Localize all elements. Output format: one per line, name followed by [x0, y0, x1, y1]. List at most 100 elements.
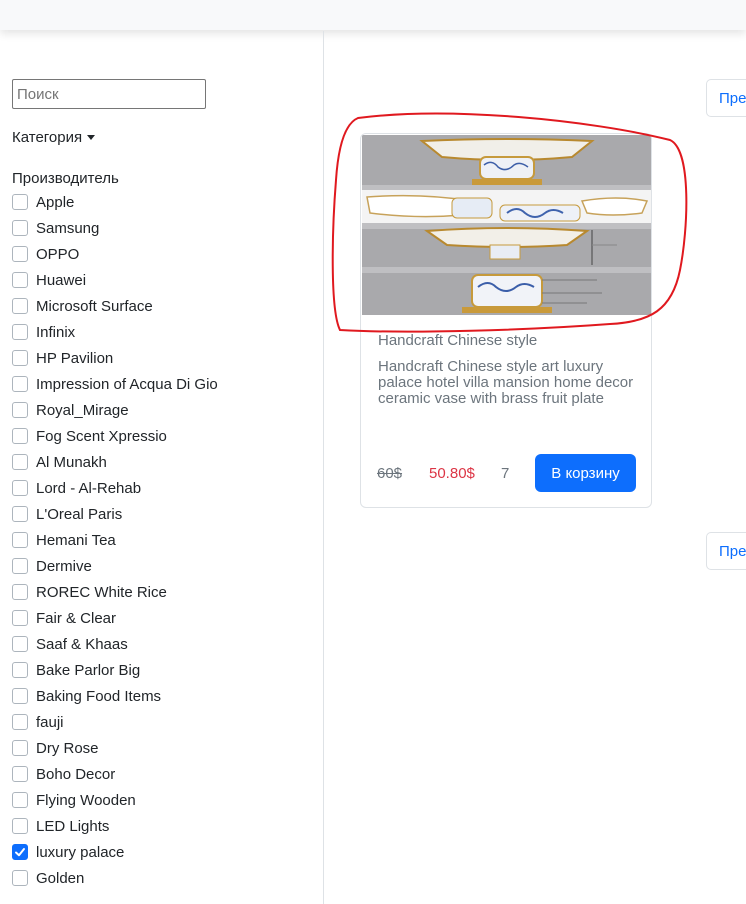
maker-label: Hemani Tea — [36, 531, 116, 549]
maker-item[interactable]: Fog Scent Xpressio — [12, 423, 218, 449]
maker-checkbox[interactable] — [12, 688, 28, 704]
maker-filter-list: Apple Samsung OPPO Huawei Microsoft Surface I… — [12, 189, 218, 891]
maker-checkbox[interactable] — [12, 610, 28, 626]
maker-item[interactable]: Impression of Acqua Di Gio — [12, 371, 218, 397]
stock-quantity: 7 — [501, 465, 510, 482]
pagination-prev-label: Пре — [719, 89, 746, 107]
maker-checkbox[interactable] — [12, 428, 28, 444]
maker-label: Dermive — [36, 557, 92, 575]
maker-item[interactable]: Golden — [12, 865, 218, 891]
maker-label: Saaf & Khaas — [36, 635, 128, 653]
maker-item[interactable]: Al Munakh — [12, 449, 218, 475]
maker-label: Samsung — [36, 219, 100, 237]
maker-item[interactable]: HP Pavilion — [12, 345, 218, 371]
maker-item[interactable]: Flying Wooden — [12, 787, 218, 813]
maker-checkbox[interactable] — [12, 194, 28, 210]
maker-label: Boho Decor — [36, 765, 116, 783]
maker-label: Microsoft Surface — [36, 297, 153, 315]
maker-label: Dry Rose — [36, 739, 99, 757]
maker-checkbox[interactable] — [12, 662, 28, 678]
product-card: Handcraft Chinese style Handcraft Chines… — [360, 133, 652, 508]
maker-item[interactable]: fauji — [12, 709, 218, 735]
maker-checkbox[interactable] — [12, 740, 28, 756]
maker-checkbox[interactable] — [12, 480, 28, 496]
maker-checkbox[interactable] — [12, 792, 28, 808]
search-input[interactable] — [12, 79, 206, 109]
maker-item[interactable]: Baking Food Items — [12, 683, 218, 709]
maker-label: Apple — [36, 193, 75, 211]
maker-checkbox[interactable] — [12, 220, 28, 236]
maker-item[interactable]: Samsung — [12, 215, 218, 241]
maker-label: Flying Wooden — [36, 791, 136, 809]
maker-item[interactable]: Boho Decor — [12, 761, 218, 787]
maker-label: ROREC White Rice — [36, 583, 167, 601]
pagination-prev-label: Пре — [719, 542, 746, 560]
maker-label: luxury palace — [36, 843, 125, 861]
product-image[interactable] — [362, 135, 651, 315]
maker-item[interactable]: luxury palace — [12, 839, 218, 865]
maker-checkbox[interactable] — [12, 246, 28, 262]
maker-label: Fair & Clear — [36, 609, 117, 627]
maker-item[interactable]: Dermive — [12, 553, 218, 579]
maker-label: OPPO — [36, 245, 80, 263]
maker-checkbox[interactable] — [12, 272, 28, 288]
maker-item[interactable]: Lord - Al-Rehab — [12, 475, 218, 501]
maker-label: fauji — [36, 713, 64, 731]
category-label: Категория — [12, 129, 83, 146]
maker-label: Golden — [36, 869, 85, 887]
maker-item[interactable]: Royal_Mirage — [12, 397, 218, 423]
vase-photo-icon — [362, 135, 651, 315]
maker-item[interactable]: Apple — [12, 189, 218, 215]
maker-item[interactable]: Dry Rose — [12, 735, 218, 761]
maker-label: Royal_Mirage — [36, 401, 129, 419]
maker-checkbox[interactable] — [12, 324, 28, 340]
maker-checkbox[interactable] — [12, 714, 28, 730]
maker-checkbox[interactable] — [12, 350, 28, 366]
maker-label: Infinix — [36, 323, 76, 341]
maker-checkbox[interactable] — [12, 506, 28, 522]
maker-checkbox[interactable] — [12, 818, 28, 834]
maker-label: Fog Scent Xpressio — [36, 427, 167, 445]
maker-label: Baking Food Items — [36, 687, 162, 705]
maker-checkbox[interactable] — [12, 402, 28, 418]
old-price: 60$ — [377, 465, 403, 482]
product-description: Handcraft Chinese style art luxury palac… — [378, 358, 634, 407]
maker-checkbox[interactable] — [12, 844, 28, 860]
top-navbar — [0, 0, 746, 30]
maker-item[interactable]: Infinix — [12, 319, 218, 345]
maker-item[interactable]: L'Oreal Paris — [12, 501, 218, 527]
maker-item[interactable]: Hemani Tea — [12, 527, 218, 553]
maker-checkbox[interactable] — [12, 584, 28, 600]
category-dropdown[interactable]: Категория — [12, 129, 96, 146]
maker-item[interactable]: Bake Parlor Big — [12, 657, 218, 683]
maker-label: Al Munakh — [36, 453, 107, 471]
maker-checkbox[interactable] — [12, 766, 28, 782]
maker-item[interactable]: LED Lights — [12, 813, 218, 839]
maker-item[interactable]: Microsoft Surface — [12, 293, 218, 319]
maker-checkbox[interactable] — [12, 558, 28, 574]
maker-checkbox[interactable] — [12, 636, 28, 652]
pagination-prev-top[interactable]: Пре — [706, 79, 746, 117]
maker-checkbox[interactable] — [12, 376, 28, 392]
maker-checkbox[interactable] — [12, 870, 28, 886]
maker-item[interactable]: OPPO — [12, 241, 218, 267]
caret-down-icon — [87, 135, 96, 140]
maker-label: HP Pavilion — [36, 349, 114, 367]
maker-label: LED Lights — [36, 817, 110, 835]
maker-label: L'Oreal Paris — [36, 505, 123, 523]
maker-checkbox[interactable] — [12, 298, 28, 314]
maker-checkbox[interactable] — [12, 532, 28, 548]
maker-label: Lord - Al-Rehab — [36, 479, 142, 497]
maker-item[interactable]: Huawei — [12, 267, 218, 293]
maker-item[interactable]: Saaf & Khaas — [12, 631, 218, 657]
maker-item[interactable]: ROREC White Rice — [12, 579, 218, 605]
maker-label: Impression of Acqua Di Gio — [36, 375, 218, 393]
product-name[interactable]: Handcraft Chinese style — [378, 332, 537, 349]
maker-label: Huawei — [36, 271, 87, 289]
pagination-prev-bottom[interactable]: Пре — [706, 532, 746, 570]
add-to-cart-button[interactable]: В корзину — [535, 454, 636, 492]
maker-item[interactable]: Fair & Clear — [12, 605, 218, 631]
maker-checkbox[interactable] — [12, 454, 28, 470]
maker-label: Bake Parlor Big — [36, 661, 141, 679]
sale-price: 50.80$ — [429, 465, 475, 482]
